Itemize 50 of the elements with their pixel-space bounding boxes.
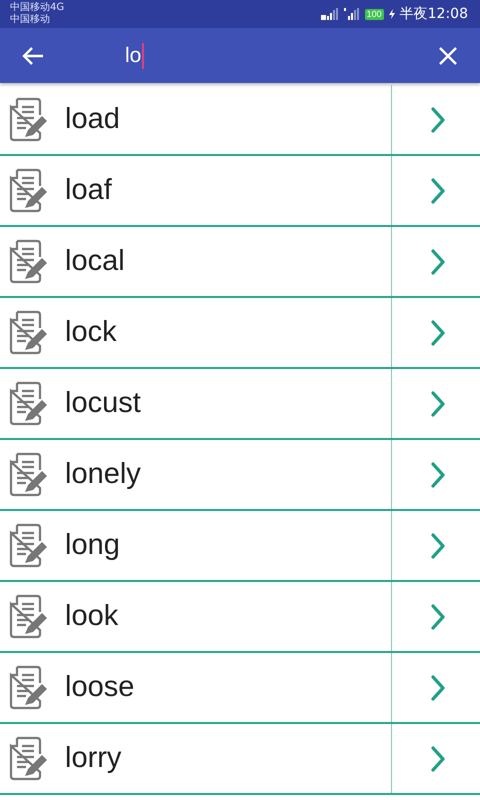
document-edit-icon	[9, 380, 49, 426]
document-edit-icon	[9, 452, 49, 498]
word-list-item[interactable]: local	[0, 227, 480, 298]
carrier-name: 中国移动4G	[10, 2, 64, 14]
chevron-right-icon[interactable]	[431, 178, 445, 204]
clock: 半夜12:08	[400, 5, 468, 23]
word-list-item[interactable]: long	[0, 511, 480, 582]
word-list-item[interactable]: loaf	[0, 156, 480, 227]
chevron-right-icon[interactable]	[431, 320, 445, 346]
word-list-item[interactable]: lonely	[0, 440, 480, 511]
chevron-right-icon[interactable]	[431, 532, 445, 558]
chevron-right-icon[interactable]	[431, 390, 445, 416]
word-list-item[interactable]: load	[0, 85, 480, 156]
chevron-right-icon[interactable]	[431, 746, 445, 772]
chevron-right-icon[interactable]	[431, 604, 445, 630]
battery-level: 100	[364, 8, 384, 20]
close-icon[interactable]	[439, 46, 457, 64]
back-arrow-icon[interactable]	[22, 46, 44, 66]
document-edit-icon	[9, 96, 49, 142]
word-text: loose	[65, 671, 134, 704]
document-edit-icon	[9, 310, 49, 356]
document-edit-icon	[9, 522, 49, 568]
word-text: lorry	[65, 742, 122, 775]
word-text: lock	[65, 316, 117, 349]
carrier-name: 中国移动	[10, 14, 51, 26]
word-text: look	[65, 600, 118, 633]
document-edit-icon	[9, 664, 49, 710]
word-text: lonely	[65, 458, 141, 491]
word-list-item[interactable]: look	[0, 582, 480, 653]
word-text: loaf	[65, 174, 112, 207]
word-list-item[interactable]: locust	[0, 369, 480, 440]
document-edit-icon	[9, 168, 49, 214]
word-list-item[interactable]: lock	[0, 298, 480, 369]
charging-icon	[388, 9, 395, 19]
document-edit-icon	[9, 736, 49, 782]
word-text: long	[65, 529, 120, 562]
chevron-right-icon[interactable]	[431, 106, 445, 132]
word-text: locust	[65, 387, 141, 420]
document-edit-icon	[9, 594, 49, 640]
word-list-item[interactable]: lorry	[0, 724, 480, 795]
search-field[interactable]: lo	[125, 40, 439, 70]
signal-icon	[320, 8, 339, 20]
word-text: load	[65, 103, 120, 136]
word-text: local	[65, 245, 125, 278]
chevron-right-icon[interactable]	[431, 674, 445, 700]
signal-icon	[344, 8, 360, 20]
document-edit-icon	[9, 238, 49, 284]
chevron-right-icon[interactable]	[431, 462, 445, 488]
chevron-right-icon[interactable]	[431, 248, 445, 274]
word-list-item[interactable]: loose	[0, 653, 480, 724]
